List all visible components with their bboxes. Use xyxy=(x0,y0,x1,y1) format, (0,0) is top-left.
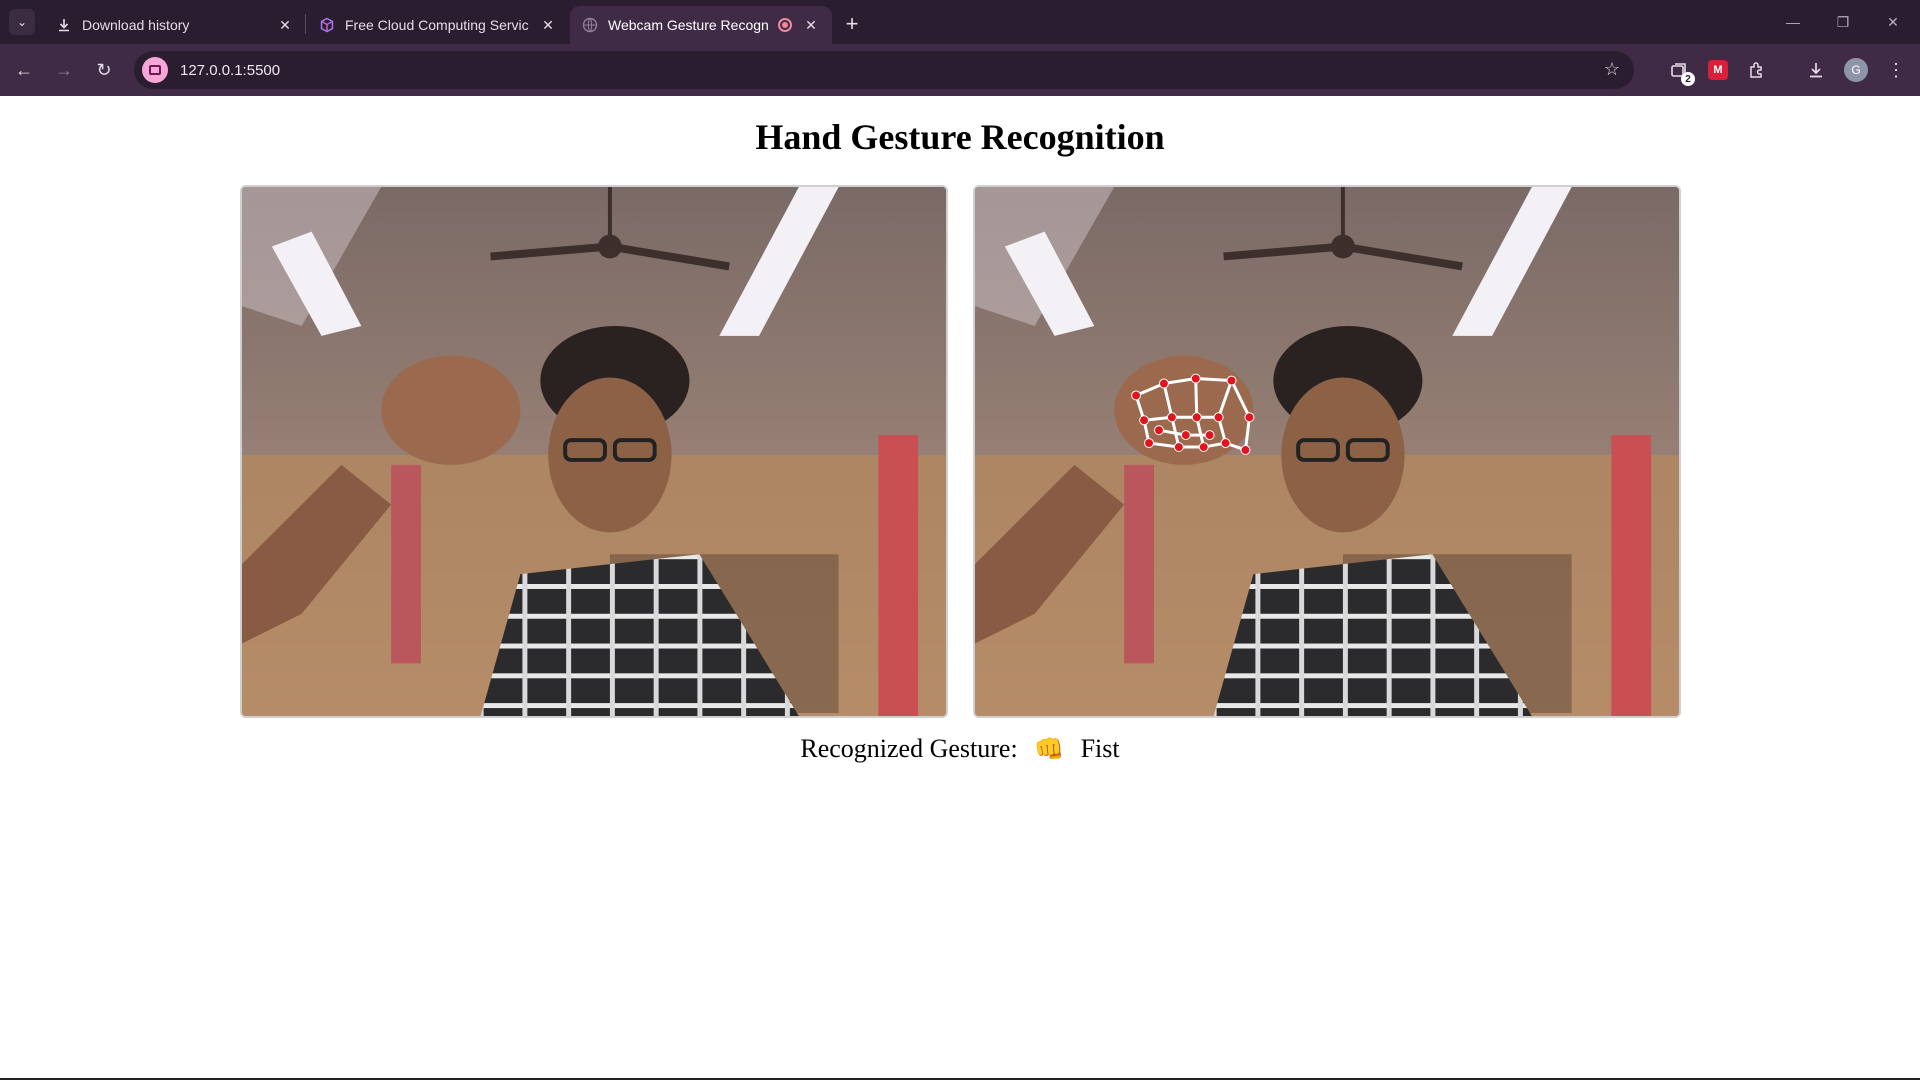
webcam-video xyxy=(240,185,948,718)
recognized-gesture: Recognized Gesture: 👊 Fist xyxy=(0,734,1920,764)
reload-icon: ↻ xyxy=(96,59,112,80)
extension-badge: 2 xyxy=(1681,72,1695,86)
minimize-icon: — xyxy=(1786,14,1800,30)
gesture-label: Recognized Gesture: xyxy=(800,734,1018,763)
download-icon xyxy=(1810,63,1822,78)
globe-icon xyxy=(582,17,598,33)
minimize-button[interactable]: — xyxy=(1770,8,1816,36)
back-button[interactable]: ← xyxy=(10,56,38,84)
plus-icon: + xyxy=(845,11,859,36)
extensions-button[interactable] xyxy=(1743,56,1771,84)
close-icon[interactable]: ✕ xyxy=(802,16,820,34)
arrow-left-icon: ← xyxy=(15,59,33,80)
download-icon xyxy=(56,17,72,33)
red-extension-button[interactable]: M xyxy=(1704,56,1732,84)
video-row xyxy=(240,185,1683,718)
tab-free-cloud[interactable]: Free Cloud Computing Services ✕ xyxy=(307,6,569,44)
downloads-button[interactable] xyxy=(1802,56,1830,84)
tab-divider xyxy=(305,14,306,34)
more-vertical-icon: ⋮ xyxy=(1887,59,1905,80)
restore-icon: ❐ xyxy=(1836,13,1850,30)
menu-button[interactable]: ⋮ xyxy=(1882,56,1910,84)
chevron-down-icon: ⌄ xyxy=(16,15,28,29)
page-content: Hand Gesture Recognition Recognized Gest… xyxy=(0,96,1920,1078)
tab-title: Free Cloud Computing Services xyxy=(345,17,529,33)
cube-icon xyxy=(319,17,335,33)
page-title: Hand Gesture Recognition xyxy=(755,117,1165,157)
recording-icon xyxy=(778,18,792,32)
extension-logo-icon: M xyxy=(1708,60,1728,80)
fist-icon: 👊 xyxy=(1034,735,1065,763)
address-bar[interactable]: 127.0.0.1:5500 ☆ xyxy=(134,51,1634,89)
new-tab-button[interactable]: + xyxy=(838,10,866,38)
reload-button[interactable]: ↻ xyxy=(90,56,118,84)
bookmark-star-icon[interactable]: ☆ xyxy=(1604,59,1620,80)
tab-manager-extension[interactable]: 2 xyxy=(1665,56,1695,86)
landmark-canvas xyxy=(973,185,1681,718)
close-icon: ✕ xyxy=(1887,13,1899,30)
gesture-name: Fist xyxy=(1080,734,1120,763)
puzzle-icon xyxy=(1750,62,1762,78)
close-window-button[interactable]: ✕ xyxy=(1870,8,1916,36)
browser-toolbar: ← → ↻ 127.0.0.1:5500 ☆ 2 M G ⋮ xyxy=(0,44,1920,96)
close-icon[interactable]: ✕ xyxy=(276,16,294,34)
close-icon[interactable]: ✕ xyxy=(539,16,557,34)
url-text[interactable]: 127.0.0.1:5500 xyxy=(180,62,280,79)
tab-download-history[interactable]: Download history ✕ xyxy=(44,6,306,44)
arrow-right-icon: → xyxy=(55,59,73,80)
camera-in-use-icon[interactable] xyxy=(142,57,168,83)
restore-button[interactable]: ❐ xyxy=(1820,8,1866,36)
tab-title: Webcam Gesture Recogniti xyxy=(608,17,768,33)
tab-webcam-gesture[interactable]: Webcam Gesture Recogniti ✕ xyxy=(570,6,832,44)
tab-strip: ⌄ Download history ✕ Free Cloud Computin… xyxy=(0,0,1920,44)
tab-search-button[interactable]: ⌄ xyxy=(9,9,35,35)
profile-button[interactable]: G xyxy=(1842,56,1870,84)
avatar: G xyxy=(1844,58,1868,82)
tab-title: Download history xyxy=(82,17,190,33)
forward-button[interactable]: → xyxy=(50,56,78,84)
